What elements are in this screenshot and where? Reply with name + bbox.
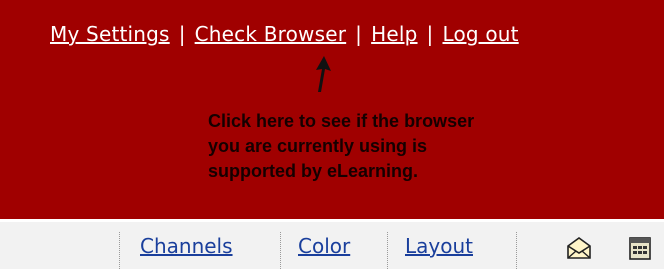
- toolbar-separator: [280, 232, 282, 269]
- log-out-link[interactable]: Log out: [442, 22, 518, 46]
- toolbar-separator: [119, 232, 121, 269]
- calendar-icon[interactable]: [625, 233, 655, 263]
- toolbar-separator: [387, 232, 389, 269]
- callout-line: supported by eLearning.: [208, 161, 419, 181]
- header-links: My Settings | Check Browser | Help | Log out: [50, 22, 519, 46]
- toolbar-separator: [516, 232, 518, 269]
- channel-toolbar: Channels Color Layout: [0, 222, 664, 269]
- channels-link[interactable]: Channels: [140, 234, 233, 258]
- callout-line: you are currently using is: [208, 136, 428, 156]
- help-link[interactable]: Help: [371, 22, 417, 46]
- arrow-up-icon: [316, 56, 331, 92]
- my-settings-link[interactable]: My Settings: [50, 22, 170, 46]
- check-browser-link[interactable]: Check Browser: [195, 22, 347, 46]
- mail-icon[interactable]: [564, 233, 594, 263]
- callout-line: Click here to see if the browser: [208, 111, 475, 131]
- header-banner: My Settings | Check Browser | Help | Log out C…: [0, 0, 664, 219]
- link-separator: |: [355, 22, 363, 46]
- color-link[interactable]: Color: [298, 234, 350, 258]
- callout-text: Click here to see if the browser you are…: [208, 109, 588, 184]
- layout-link[interactable]: Layout: [405, 234, 473, 258]
- link-separator: |: [178, 22, 186, 46]
- link-separator: |: [426, 22, 434, 46]
